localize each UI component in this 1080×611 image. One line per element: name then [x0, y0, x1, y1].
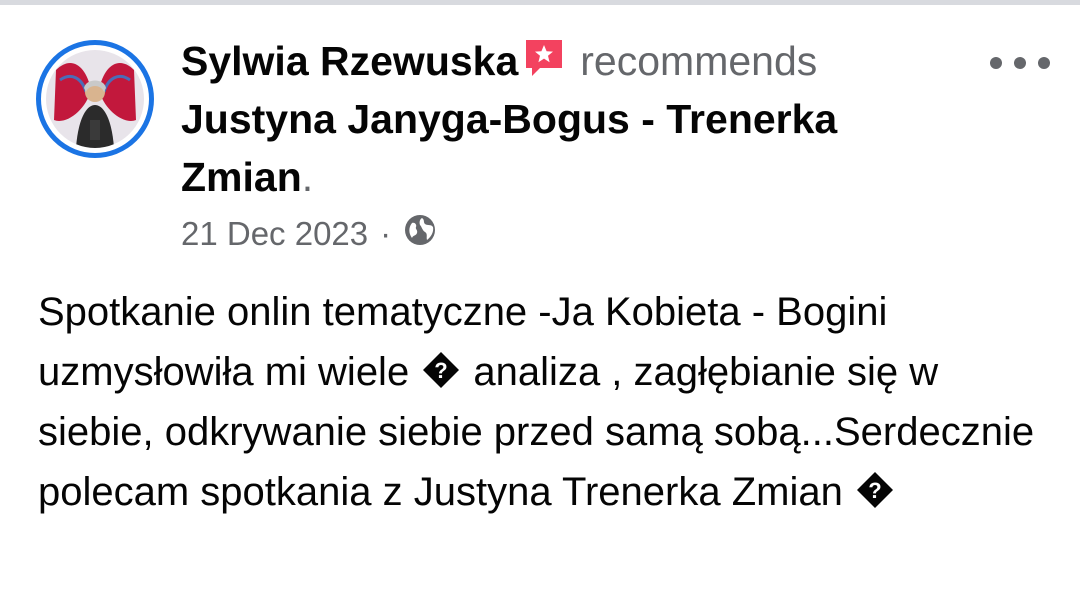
- post-header: Sylwia Rzewuska recommends Justyna Janyg…: [181, 32, 941, 206]
- globe-icon[interactable]: [403, 213, 437, 255]
- replacement-char-icon: ?: [422, 346, 460, 388]
- top-divider: [0, 0, 1080, 5]
- svg-text:?: ?: [868, 478, 881, 503]
- header-period: .: [301, 154, 314, 200]
- replacement-char-icon: ?: [856, 466, 894, 508]
- svg-text:?: ?: [435, 358, 448, 383]
- recommendation-post: Sylwia Rzewuska recommends Justyna Janyg…: [0, 0, 1080, 611]
- post-body-text: Spotkanie onlin tematyczne -Ja Kobieta -…: [38, 282, 1048, 522]
- more-dot: [1038, 57, 1050, 69]
- post-meta: 21 Dec 2023 ·: [181, 212, 437, 256]
- author-avatar[interactable]: [46, 50, 144, 148]
- author-name[interactable]: Sylwia Rzewuska: [181, 38, 518, 84]
- recommend-star-icon: [522, 36, 566, 80]
- post-date[interactable]: 21 Dec 2023: [181, 215, 368, 253]
- author-avatar-ring[interactable]: [36, 40, 154, 158]
- more-dot: [1014, 57, 1026, 69]
- more-options-icon[interactable]: [990, 48, 1050, 78]
- meta-separator: ·: [380, 215, 392, 252]
- more-dot: [990, 57, 1002, 69]
- recommends-label: recommends: [580, 38, 818, 84]
- recommended-page-name[interactable]: Justyna Janyga-Bogus - Trenerka Zmian: [181, 96, 837, 200]
